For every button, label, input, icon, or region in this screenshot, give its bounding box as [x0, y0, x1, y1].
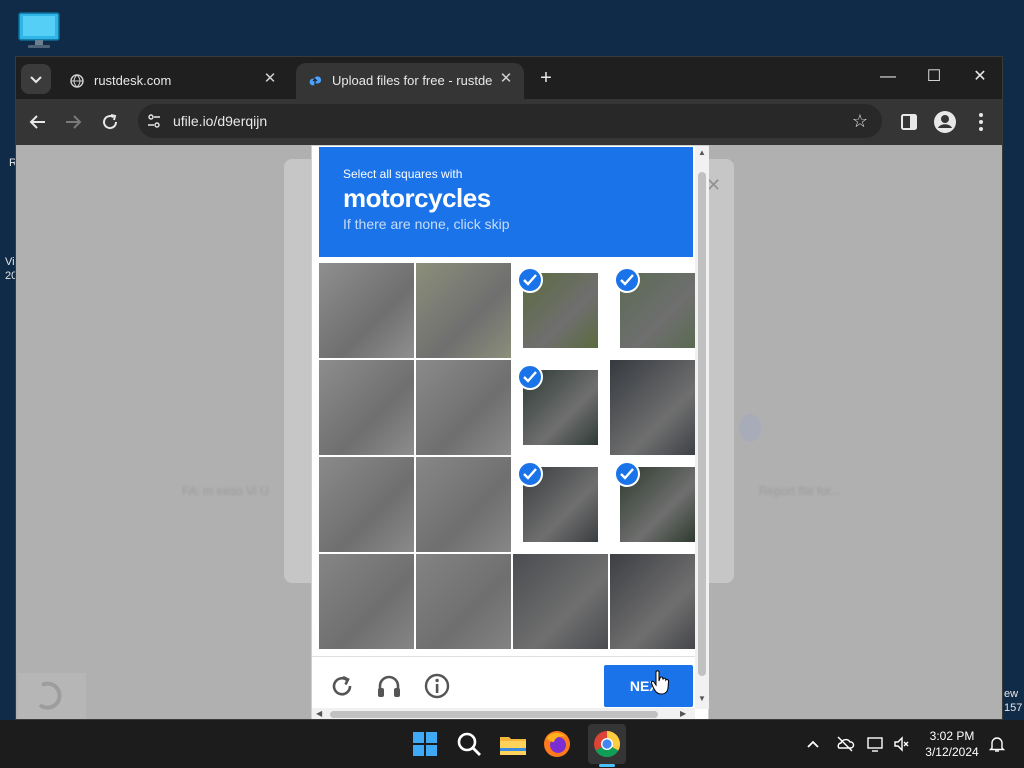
- captcha-tile[interactable]: [513, 457, 608, 552]
- checkmark-icon: [614, 461, 640, 487]
- tab-close-icon[interactable]: ✕: [262, 71, 278, 87]
- file-explorer-icon[interactable]: [497, 728, 529, 760]
- globe-icon: [70, 74, 84, 88]
- checkmark-icon: [517, 267, 543, 293]
- scroll-left-arrow-icon[interactable]: ◀: [316, 709, 322, 718]
- captcha-tile[interactable]: [513, 554, 608, 649]
- divider: [312, 656, 698, 657]
- chevron-up-icon[interactable]: [803, 734, 823, 754]
- desktop-text-fragment: ew: [1004, 688, 1019, 700]
- tab-title: Upload files for free - rustdesk-: [332, 73, 492, 88]
- next-button[interactable]: NEXT: [604, 665, 693, 707]
- captcha-image-grid: [319, 263, 705, 649]
- captcha-tile[interactable]: [319, 263, 414, 358]
- tab-search-button[interactable]: [21, 64, 51, 94]
- tile-image: [416, 554, 511, 649]
- forward-arrow-icon[interactable]: [61, 110, 85, 134]
- desktop-text-fragment: Vi: [5, 256, 15, 268]
- clock-time: 3:02 PM: [929, 729, 975, 743]
- tile-image: [319, 360, 414, 455]
- tile-image: [513, 554, 608, 649]
- tile-image: [416, 457, 511, 552]
- firefox-icon[interactable]: [541, 728, 573, 760]
- start-icon[interactable]: [409, 728, 441, 760]
- scrollbar-thumb[interactable]: [698, 172, 706, 676]
- hand-pointer-icon: [650, 670, 670, 695]
- back-arrow-icon[interactable]: [26, 110, 50, 134]
- tab-rustdesk[interactable]: rustdesk.com ✕: [58, 63, 288, 99]
- tile-image: [319, 457, 414, 552]
- tile-image: [610, 360, 705, 455]
- checkmark-icon: [614, 267, 640, 293]
- side-panel-icon[interactable]: [897, 110, 921, 134]
- captcha-tile[interactable]: [319, 554, 414, 649]
- profile-avatar-icon[interactable]: [933, 110, 957, 134]
- ufile-favicon-icon: [309, 76, 322, 86]
- reload-icon[interactable]: [98, 110, 122, 134]
- captcha-tile[interactable]: [610, 457, 705, 552]
- tile-image: [319, 554, 414, 649]
- page-viewport: ✕ FA: m eeso Vi U Report file for... Sel…: [16, 145, 1002, 719]
- tab-title: rustdesk.com: [94, 73, 172, 88]
- scroll-down-arrow-icon[interactable]: ▼: [698, 694, 706, 703]
- checkmark-icon: [517, 461, 543, 487]
- captcha-header: Select all squares with motorcycles If t…: [319, 147, 693, 257]
- chrome-icon[interactable]: [591, 728, 623, 760]
- network-icon[interactable]: [866, 734, 886, 754]
- captcha-tile[interactable]: [416, 457, 511, 552]
- notification-bell-icon[interactable]: [987, 734, 1007, 754]
- chrome-window: rustdesk.com ✕ Upload files for free - r…: [15, 56, 1003, 720]
- vertical-scrollbar[interactable]: ▲ ▼: [695, 146, 709, 709]
- scroll-up-arrow-icon[interactable]: ▲: [698, 148, 706, 157]
- tab-close-icon[interactable]: ✕: [498, 71, 514, 87]
- tile-image: [416, 263, 511, 358]
- site-settings-icon[interactable]: [146, 113, 162, 129]
- horizontal-scrollbar[interactable]: ◀ ▶: [312, 708, 695, 719]
- info-icon[interactable]: [423, 672, 451, 700]
- tile-image: [416, 360, 511, 455]
- close-window-button[interactable]: ✕: [960, 63, 1000, 91]
- browser-toolbar: ufile.io/d9erqijn ☆: [16, 99, 1002, 145]
- captcha-tile[interactable]: [416, 263, 511, 358]
- captcha-tile[interactable]: [416, 554, 511, 649]
- captcha-tile[interactable]: [610, 554, 705, 649]
- captcha-instruction: Select all squares with: [343, 167, 463, 181]
- bookmark-star-icon[interactable]: ☆: [852, 111, 868, 132]
- captcha-tile[interactable]: [513, 263, 608, 358]
- tile-image: [319, 263, 414, 358]
- maximize-button[interactable]: ☐: [914, 63, 954, 91]
- taskbar: 3:02 PM 3/12/2024: [0, 720, 1024, 768]
- captcha-tile[interactable]: [513, 360, 608, 455]
- system-clock[interactable]: 3:02 PM 3/12/2024: [920, 728, 984, 760]
- captcha-target: motorcycles: [343, 183, 491, 213]
- clock-date: 3/12/2024: [925, 745, 979, 759]
- chevron-down-icon: [30, 76, 42, 84]
- active-app-indicator: [599, 764, 615, 767]
- captcha-tile[interactable]: [319, 457, 414, 552]
- kebab-menu-icon[interactable]: [969, 110, 993, 134]
- reload-challenge-icon[interactable]: [328, 672, 356, 700]
- search-icon[interactable]: [453, 728, 485, 760]
- volume-muted-icon[interactable]: [892, 734, 912, 754]
- checkmark-icon: [517, 364, 543, 390]
- captcha-tile[interactable]: [416, 360, 511, 455]
- scrollbar-thumb[interactable]: [330, 711, 658, 718]
- minimize-button[interactable]: —: [868, 63, 908, 91]
- new-tab-button[interactable]: +: [534, 67, 558, 91]
- scroll-right-arrow-icon[interactable]: ▶: [680, 709, 686, 718]
- address-bar[interactable]: ufile.io/d9erqijn ☆: [138, 104, 882, 138]
- tab-strip: rustdesk.com ✕ Upload files for free - r…: [16, 57, 1002, 99]
- audio-challenge-icon[interactable]: [375, 672, 403, 700]
- captcha-tile[interactable]: [319, 360, 414, 455]
- captcha-tile[interactable]: [610, 360, 705, 455]
- onedrive-offline-icon[interactable]: [835, 734, 855, 754]
- tab-ufile[interactable]: Upload files for free - rustdesk- ✕: [296, 63, 524, 99]
- url-text: ufile.io/d9erqijn: [173, 113, 268, 129]
- captcha-challenge: Select all squares with motorcycles If t…: [311, 145, 709, 719]
- desktop-text-fragment: 157: [1004, 702, 1023, 714]
- captcha-tile[interactable]: [610, 263, 705, 358]
- this-pc-desktop-icon[interactable]: [17, 12, 61, 50]
- captcha-hint: If there are none, click skip: [343, 216, 510, 232]
- tile-image: [610, 554, 705, 649]
